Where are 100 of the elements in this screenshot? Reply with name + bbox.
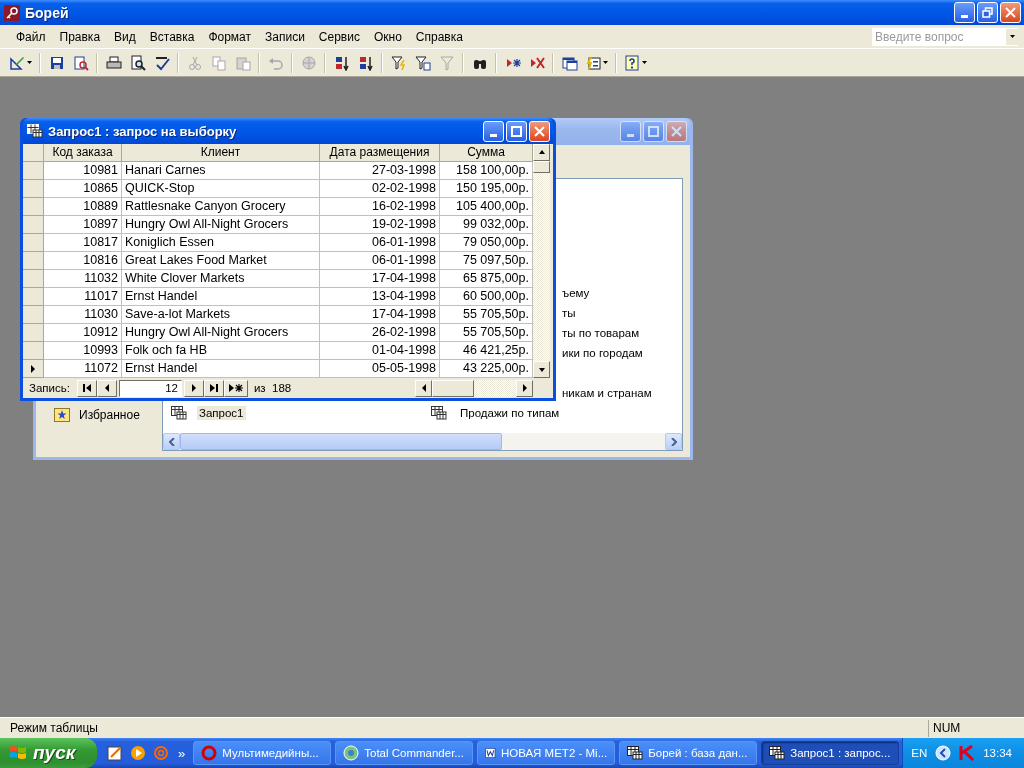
document-icon — [485, 745, 496, 761]
column-header[interactable]: Код заказа — [44, 144, 122, 162]
menu-item[interactable]: Файл — [9, 27, 53, 46]
list-item[interactable]: ъему — [560, 286, 592, 300]
maximize-button[interactable] — [643, 121, 664, 142]
close-button[interactable] — [666, 121, 687, 142]
table-cell: 10889 — [44, 198, 122, 216]
table-cell: Hanari Carnes — [122, 162, 320, 180]
menu-item[interactable]: Записи — [258, 27, 312, 46]
table-icon — [769, 746, 786, 760]
taskbar-button[interactable]: НОВАЯ МЕТ2 - Mi... — [477, 741, 616, 765]
table-cell: Hungry Owl All-Night Grocers — [122, 216, 320, 234]
table-cell: 11017 — [44, 288, 122, 306]
table-cell: 02-02-1998 — [320, 180, 440, 198]
menu-item[interactable]: Вид — [107, 27, 143, 46]
taskbar-button[interactable]: Борей : база дан... — [619, 741, 758, 765]
first-record-button[interactable] — [76, 379, 97, 397]
window-title: Запрос1 : запрос на выборку — [48, 123, 237, 139]
last-record-button[interactable] — [203, 379, 224, 397]
menu-item[interactable]: Сервис — [311, 27, 367, 46]
previous-icon — [103, 384, 110, 392]
at-sign-icon — [153, 745, 169, 761]
caret-icon — [642, 61, 647, 64]
menu-item[interactable]: Правка — [52, 27, 108, 46]
last-icon — [209, 384, 218, 392]
menu-item[interactable]: Справка — [408, 27, 470, 46]
more-button[interactable]: » — [178, 745, 186, 761]
table-cell: White Clover Markets — [122, 270, 320, 288]
sort-down-icon — [357, 54, 374, 71]
list-item[interactable]: Продажи по типам — [458, 406, 562, 420]
table-cell: 10993 — [44, 342, 122, 360]
table-cell: 17-04-1998 — [320, 270, 440, 288]
vertical-scrollbar[interactable] — [533, 144, 550, 378]
funnel-icon — [438, 54, 455, 71]
close-icon — [534, 125, 545, 137]
question-field[interactable]: Введите вопрос — [872, 27, 1018, 46]
taskbar-button[interactable]: Total Commander... — [335, 741, 474, 765]
list-item[interactable]: ики по городам — [560, 346, 645, 360]
caret-icon — [1009, 35, 1015, 38]
notepad-icon — [107, 745, 123, 761]
new-record-button[interactable] — [223, 379, 248, 397]
record-number-field[interactable]: 12 — [118, 379, 182, 397]
nav-item[interactable]: Избранное — [79, 408, 140, 422]
table-cell: 10981 — [44, 162, 122, 180]
num-lock-indicator: NUM — [928, 719, 1024, 737]
start-button[interactable]: пуск — [0, 738, 97, 768]
table-cell: 11072 — [44, 360, 122, 378]
horizontal-scrollbar[interactable] — [163, 433, 682, 450]
scroll-down-button[interactable] — [533, 361, 550, 378]
row-selector[interactable] — [23, 360, 44, 378]
next-record-button[interactable] — [183, 379, 204, 397]
column-header[interactable]: Дата размещения — [320, 144, 440, 162]
maximize-button[interactable] — [506, 120, 527, 142]
table-cell: 05-05-1998 — [320, 360, 440, 378]
column-header[interactable]: Клиент — [122, 144, 320, 162]
ring-icon — [201, 745, 218, 761]
table-cell: 27-03-1998 — [320, 162, 440, 180]
list-item[interactable]: никам и странам — [560, 386, 654, 400]
key-icon — [4, 4, 20, 21]
minimize-button[interactable] — [483, 120, 504, 142]
table-cell: Rattlesnake Canyon Grocery — [122, 198, 320, 216]
restore-button[interactable] — [977, 2, 998, 23]
minimize-icon — [627, 134, 634, 137]
right-arrow-icon — [521, 384, 528, 392]
close-icon — [671, 126, 682, 137]
page-magnifier-icon — [129, 54, 146, 71]
taskbar-button[interactable]: Мультимедийны... — [193, 741, 332, 765]
chevron-left-icon — [168, 437, 175, 446]
list-item[interactable]: ты — [560, 306, 578, 320]
close-button[interactable] — [529, 120, 550, 142]
table-cell: 11032 — [44, 270, 122, 288]
restore-icon — [982, 7, 993, 18]
menu-item[interactable]: Окно — [366, 27, 409, 46]
close-button[interactable] — [1000, 2, 1021, 23]
table-cell: 10897 — [44, 216, 122, 234]
minimize-button[interactable] — [954, 2, 975, 23]
star-folder-icon — [54, 408, 70, 422]
minimize-button[interactable] — [620, 121, 641, 142]
scroll-up-button[interactable] — [533, 144, 550, 161]
document-magnifier-icon — [72, 54, 89, 71]
maximize-icon — [648, 126, 659, 137]
shield-k-icon — [959, 745, 976, 761]
pages-icon — [210, 54, 227, 71]
sort-down-icon — [333, 54, 350, 71]
table-cell: 26-02-1998 — [320, 324, 440, 342]
menu-item[interactable]: Формат — [201, 27, 259, 46]
taskbar-button[interactable]: Запрос1 : запрос... — [761, 741, 900, 765]
table-cell: 10912 — [44, 324, 122, 342]
list-item[interactable]: ты по товарам — [560, 326, 642, 340]
table-cell: 11030 — [44, 306, 122, 324]
menu-item[interactable]: Вставка — [142, 27, 202, 46]
column-header[interactable]: Сумма — [440, 144, 533, 162]
next-icon — [190, 384, 197, 392]
previous-record-button[interactable] — [96, 379, 117, 397]
list-item[interactable]: Запрос1 — [197, 406, 246, 420]
table-cell: 16-02-1998 — [320, 198, 440, 216]
table-cell: 13-04-1998 — [320, 288, 440, 306]
scroll-thumb[interactable] — [180, 433, 502, 450]
printer-icon — [105, 54, 122, 71]
table-cell: 10816 — [44, 252, 122, 270]
